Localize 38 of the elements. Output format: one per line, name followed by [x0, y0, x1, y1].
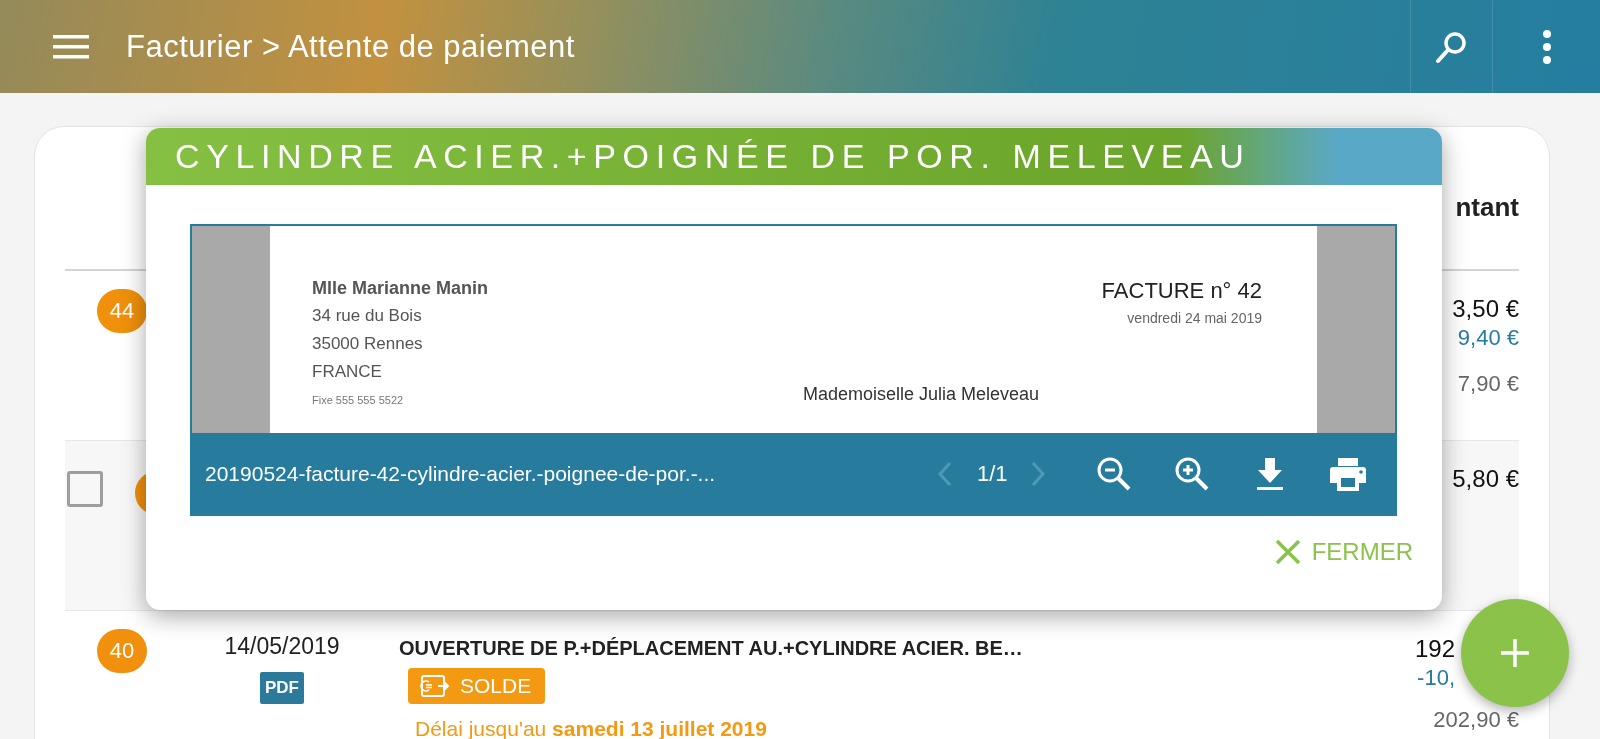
- amount: -10,: [1417, 665, 1455, 691]
- amount: 202,90 €: [1433, 707, 1519, 733]
- recipient-line: Mademoiselle Julia Meleveau: [803, 384, 1040, 405]
- invoice-heading: FACTURE n° 42: [1101, 278, 1262, 304]
- plus-icon: [1498, 636, 1532, 670]
- app-bar-title: Facturier > Attente de paiement: [126, 28, 575, 65]
- more-icon: [1541, 29, 1552, 64]
- dialog-title: CYLINDRE ACIER.+POIGNÉE DE POR. MELEVEAU: [146, 128, 1442, 185]
- sender-line: Fixe 555 555 5522: [312, 393, 405, 408]
- download-icon: [1254, 455, 1285, 492]
- sender-line: 35000 Rennes: [312, 333, 424, 355]
- invoice-title: OUVERTURE DE P.+DÉPLACEMENT AU.+CYLINDRE ACIER. BE…: [399, 637, 1023, 660]
- file-name: 20190524-facture-42-cylindre-acier.-poignee-de-por.-...: [205, 461, 717, 486]
- number-badge: 44: [97, 289, 147, 333]
- sender-line: FRANCE: [312, 361, 383, 383]
- pdf-link[interactable]: PDF: [260, 672, 304, 704]
- chevron-right-icon: [1029, 459, 1046, 488]
- print-icon: [1327, 455, 1368, 492]
- amount: 192: [1414, 635, 1455, 663]
- amount: 3,50 €: [1452, 295, 1519, 323]
- column-header: ntant: [1455, 192, 1519, 224]
- zoom-in-icon: [1173, 455, 1210, 492]
- invoice-date: 14/05/2019: [224, 633, 340, 660]
- number-badge: 40: [97, 629, 147, 673]
- row-checkbox[interactable]: [67, 471, 103, 507]
- zoom-out-icon: [1095, 455, 1132, 492]
- amount: 7,90 €: [1457, 371, 1519, 397]
- chevron-left-icon: [937, 459, 953, 488]
- status-chip: SOLDE: [408, 668, 546, 704]
- payment-icon: [420, 674, 450, 698]
- sender-line: Mlle Marianne Manin: [312, 277, 489, 300]
- sender-line: 34 rue du Bois: [312, 305, 423, 327]
- amount: 5,80 €: [1452, 465, 1519, 493]
- amount: 9,40 €: [1457, 325, 1519, 351]
- close-icon: [1273, 538, 1302, 566]
- menu-icon[interactable]: [53, 33, 89, 60]
- invoice-date-line: vendredi 24 mai 2019: [1127, 310, 1262, 326]
- page-counter: 1/1: [977, 460, 1008, 487]
